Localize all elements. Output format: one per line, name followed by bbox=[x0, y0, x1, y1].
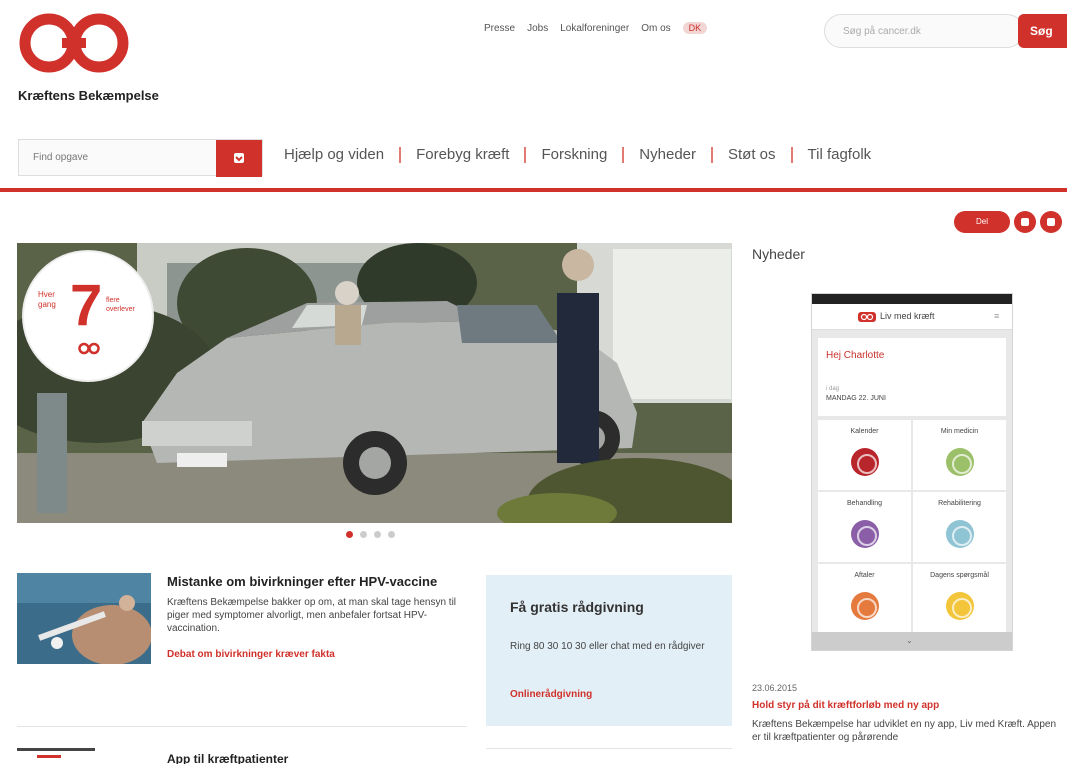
hero-dot-4[interactable] bbox=[388, 531, 395, 538]
hero-dot-2[interactable] bbox=[360, 531, 367, 538]
medicine-icon bbox=[945, 448, 974, 476]
article-text: Kræftens Bekæmpelse bakker op om, at man… bbox=[167, 597, 457, 634]
main-nav: Hjælp og viden Forebyg kræft Forskning N… bbox=[284, 146, 871, 163]
nav-item-nyheder[interactable]: Nyheder bbox=[639, 146, 696, 163]
find-task-select[interactable]: Find opgave bbox=[18, 139, 263, 177]
badge-logo bbox=[78, 342, 100, 355]
nav-item-stoet-os[interactable]: Støt os bbox=[728, 146, 776, 163]
hero-dot-1[interactable] bbox=[346, 531, 353, 538]
app-title: Liv med kræft bbox=[880, 311, 935, 321]
app-date-label: i dag bbox=[826, 386, 840, 392]
nav-divider bbox=[790, 146, 793, 163]
advice-box: Få gratis rådgivning Ring 80 30 10 30 el… bbox=[486, 575, 732, 726]
nav-underline bbox=[0, 188, 1067, 192]
advice-title: Få gratis rådgivning bbox=[510, 599, 644, 615]
hero-pagination bbox=[346, 531, 395, 538]
nav-divider bbox=[524, 146, 527, 163]
article-title[interactable]: Mistanke om bivirkninger efter HPV-vacci… bbox=[167, 574, 463, 590]
advice-text: Ring 80 30 10 30 eller chat med en rådgi… bbox=[510, 641, 705, 652]
search-input[interactable]: Søg på cancer.dk bbox=[824, 14, 1024, 48]
hero-dot-3[interactable] bbox=[374, 531, 381, 538]
app-tile: Kalender bbox=[818, 420, 911, 490]
chevron-down-icon bbox=[234, 153, 244, 163]
app-greeting: Hej Charlotte bbox=[826, 350, 885, 361]
rehabilitation-icon bbox=[945, 520, 974, 548]
nav-divider bbox=[399, 146, 402, 163]
chevron-down-icon: ⌄ bbox=[906, 636, 913, 645]
app-logo-icon bbox=[858, 312, 876, 322]
site-search: Søg på cancer.dk Søg bbox=[824, 14, 1067, 48]
search-button[interactable]: Søg bbox=[1018, 14, 1067, 48]
top-link-lokalforeninger[interactable]: Lokalforeninger bbox=[560, 23, 629, 34]
article-hpv: Mistanke om bivirkninger efter HPV-vacci… bbox=[167, 574, 463, 660]
app-tile-label: Kalender bbox=[850, 428, 879, 435]
app-tile: Behandling bbox=[818, 492, 911, 562]
badge-top-text: Hver gang bbox=[38, 290, 56, 309]
question-icon bbox=[945, 592, 974, 620]
news-title[interactable]: Hold styr på dit kræftforløb med ny app bbox=[752, 700, 939, 711]
app-header: Liv med kræft ≡ bbox=[812, 304, 1012, 330]
top-link-om-os[interactable]: Om os bbox=[641, 23, 670, 34]
news-date: 23.06.2015 bbox=[752, 683, 798, 693]
nav-divider bbox=[622, 146, 625, 163]
nav-divider bbox=[711, 146, 713, 163]
treatment-icon bbox=[850, 520, 879, 548]
article-title[interactable]: App til kræftpatienter bbox=[167, 752, 288, 764]
app-screenshot[interactable]: Liv med kræft ≡ Hej Charlotte i dag MAND… bbox=[811, 293, 1013, 651]
app-greeting-card: Hej Charlotte i dag MANDAG 22. JUNI bbox=[818, 338, 1006, 416]
news-text: Kræftens Bekæmpelse har udviklet en ny a… bbox=[752, 719, 1057, 743]
divider bbox=[486, 748, 732, 749]
article-thumbnail-hpv[interactable] bbox=[17, 573, 151, 664]
app-tile-label: Behandling bbox=[846, 500, 883, 507]
badge-number: 7 bbox=[70, 273, 103, 338]
badge-side-text: flere overlever bbox=[106, 297, 135, 313]
app-tile: Dagens spørgsmål bbox=[913, 564, 1006, 634]
print-icon[interactable] bbox=[1014, 211, 1036, 233]
top-links: Presse Jobs Lokalforeninger Om os DK bbox=[484, 22, 708, 34]
top-link-presse[interactable]: Presse bbox=[484, 23, 515, 34]
nav-item-hjaelp-og-viden[interactable]: Hjælp og viden bbox=[284, 146, 384, 163]
share-icon[interactable] bbox=[1040, 211, 1062, 233]
nav-item-til-fagfolk[interactable]: Til fagfolk bbox=[808, 146, 872, 163]
nav-item-forskning[interactable]: Forskning bbox=[541, 146, 607, 163]
news-heading: Nyheder bbox=[752, 246, 805, 262]
language-toggle[interactable]: DK bbox=[682, 22, 708, 34]
app-footer: ⌄ bbox=[812, 632, 1012, 650]
syringe-image bbox=[17, 573, 151, 664]
divider bbox=[17, 726, 467, 727]
appointments-icon bbox=[850, 592, 879, 620]
find-task-placeholder: Find opgave bbox=[33, 152, 89, 163]
app-date-value: MANDAG 22. JUNI bbox=[826, 395, 886, 402]
utility-toolbar: Del bbox=[954, 211, 1062, 233]
calendar-icon bbox=[850, 448, 879, 476]
brand-logo[interactable] bbox=[18, 12, 130, 74]
app-tile-label: Min medicin bbox=[940, 428, 979, 435]
share-pill-button[interactable]: Del bbox=[954, 211, 1010, 233]
app-tile-label: Aftaler bbox=[854, 572, 875, 579]
app-tile-label: Dagens spørgsmål bbox=[930, 572, 989, 579]
app-tile: Aftaler bbox=[818, 564, 911, 634]
advice-link[interactable]: Onlinerådgivning bbox=[510, 689, 592, 700]
brand-name: Kræftens Bekæmpelse bbox=[18, 88, 159, 103]
article-thumbnail-app[interactable] bbox=[17, 748, 95, 764]
nav-item-forebyg-kraeft[interactable]: Forebyg kræft bbox=[416, 146, 509, 163]
article-link[interactable]: Debat om bivirkninger kræver fakta bbox=[167, 649, 463, 660]
app-tile-grid: Kalender Min medicin Behandling Rehabili… bbox=[818, 420, 1006, 634]
top-link-jobs[interactable]: Jobs bbox=[527, 23, 548, 34]
app-tile: Min medicin bbox=[913, 420, 1006, 490]
app-tile-label: Rehabilitering bbox=[938, 500, 981, 507]
menu-icon: ≡ bbox=[994, 311, 1000, 321]
find-task-button[interactable] bbox=[216, 140, 262, 177]
app-tile: Rehabilitering bbox=[913, 492, 1006, 562]
hero-badge: Hver gang 7 flere overlever bbox=[24, 252, 152, 380]
phone-status-bar bbox=[812, 294, 1012, 304]
